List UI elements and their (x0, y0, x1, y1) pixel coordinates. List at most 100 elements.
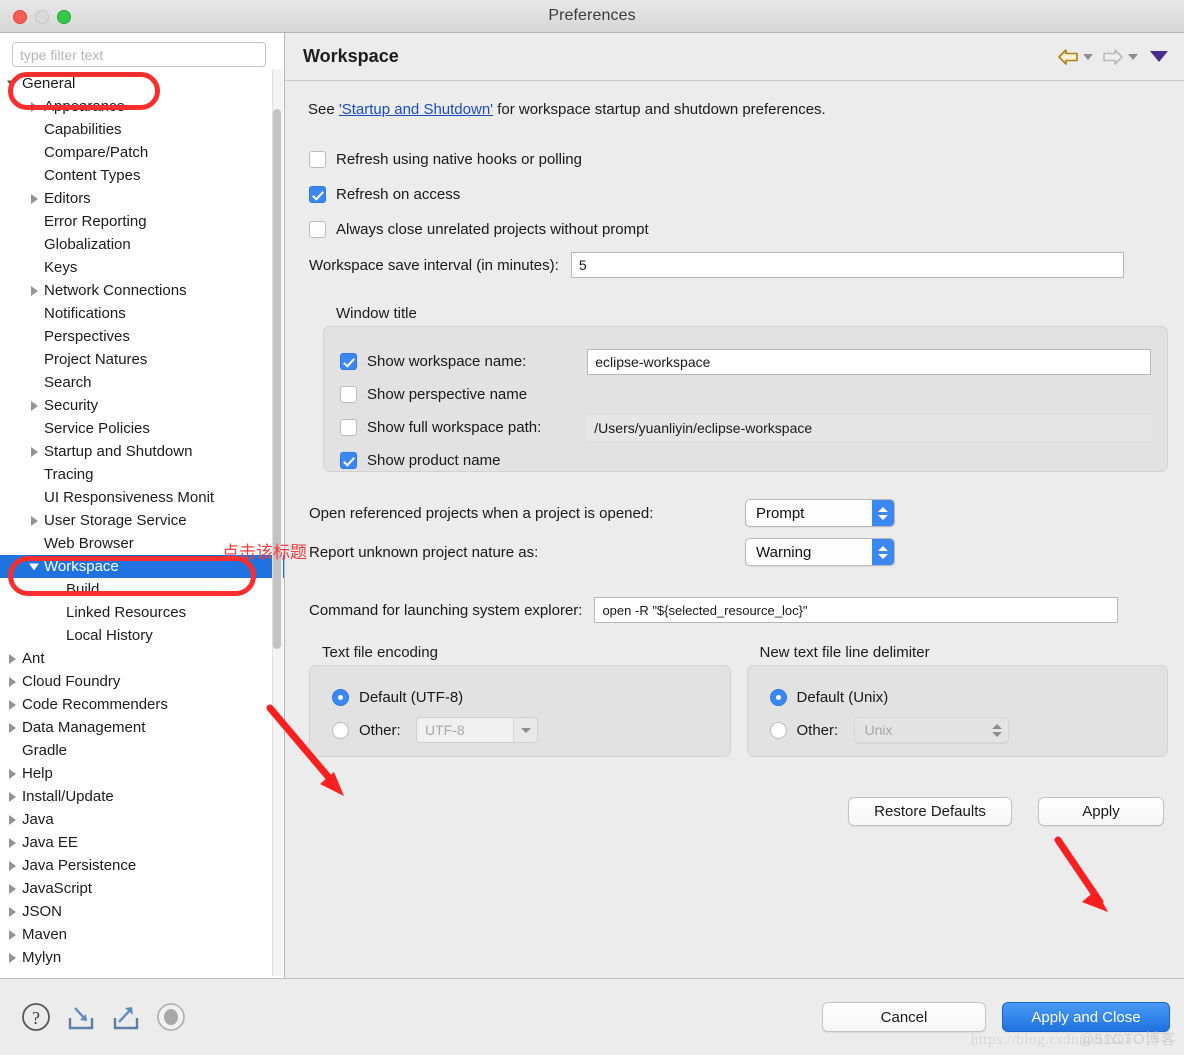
sidebar-item-install-update[interactable]: Install/Update (0, 785, 284, 808)
checkbox-row-refresh-on-access[interactable]: Refresh on access (303, 177, 1172, 212)
sidebar-item-cloud-foundry[interactable]: Cloud Foundry (0, 670, 284, 693)
close-unrelated-label: Always close unrelated projects without … (336, 221, 649, 238)
delimiter-other-stepper-icon[interactable] (985, 718, 1008, 742)
page-title: Workspace (303, 46, 399, 66)
restore-defaults-button[interactable]: Restore Defaults (848, 797, 1012, 826)
sidebar-item-java-ee[interactable]: Java EE (0, 831, 284, 854)
dropdown-triangle-icon[interactable] (1150, 51, 1168, 62)
report-nature-stepper-icon[interactable] (872, 539, 894, 565)
open-referenced-popup[interactable]: Prompt (745, 499, 895, 527)
sidebar-item-label: Compare/Patch (44, 144, 149, 161)
sidebar-item-code-recommenders[interactable]: Code Recommenders (0, 693, 284, 716)
sidebar-item-search[interactable]: Search (0, 371, 284, 394)
sidebar-item-security[interactable]: Security (0, 394, 284, 417)
forward-dropdown-caret-icon[interactable] (1128, 53, 1138, 60)
sidebar-item-ui-responsiveness-monit[interactable]: UI Responsiveness Monit (0, 486, 284, 509)
encoding-other-row[interactable]: Other: UTF-8 (332, 714, 730, 746)
sidebar-item-project-natures[interactable]: Project Natures (0, 348, 284, 371)
back-dropdown-caret-icon[interactable] (1083, 53, 1093, 60)
sidebar-item-globalization[interactable]: Globalization (0, 233, 284, 256)
minimize-button[interactable] (35, 10, 49, 24)
delimiter-default-radio[interactable] (769, 688, 787, 706)
sidebar-item-capabilities[interactable]: Capabilities (0, 118, 284, 141)
sidebar-item-build[interactable]: Build (0, 578, 284, 601)
delimiter-other-popup[interactable]: Unix (853, 717, 1009, 743)
delimiter-other-radio[interactable] (769, 721, 787, 739)
refresh-on-access-checkbox[interactable] (309, 186, 326, 203)
export-icon[interactable] (110, 1001, 142, 1033)
preferences-tree[interactable]: General Appearance Capabilities Compare/Pat… (0, 71, 284, 978)
sidebar-item-local-history[interactable]: Local History (0, 624, 284, 647)
sidebar-item-java-persistence[interactable]: Java Persistence (0, 854, 284, 877)
sidebar-item-appearance[interactable]: Appearance (0, 95, 284, 118)
sidebar-item-help[interactable]: Help (0, 762, 284, 785)
record-disabled-icon[interactable] (155, 1001, 187, 1033)
sidebar-item-javascript[interactable]: JavaScript (0, 877, 284, 900)
checkbox-row-close-unrelated[interactable]: Always close unrelated projects without … (303, 212, 1172, 247)
sidebar-item-compare-patch[interactable]: Compare/Patch (0, 141, 284, 164)
sidebar-scrollbar-track[interactable] (272, 69, 283, 976)
sidebar-item-user-storage-service[interactable]: User Storage Service (0, 509, 284, 532)
sidebar-item-service-policies[interactable]: Service Policies (0, 417, 284, 440)
sidebar-item-data-management[interactable]: Data Management (0, 716, 284, 739)
sidebar-item-editors[interactable]: Editors (0, 187, 284, 210)
sidebar-item-maven[interactable]: Maven (0, 923, 284, 946)
show-perspective-name-checkbox[interactable] (340, 386, 357, 403)
forward-arrow-icon (1103, 48, 1123, 65)
sidebar-item-json[interactable]: JSON (0, 900, 284, 923)
encoding-default-radio[interactable] (332, 688, 349, 706)
sidebar-item-ant[interactable]: Ant (0, 647, 284, 670)
sidebar-item-network-connections[interactable]: Network Connections (0, 279, 284, 302)
encoding-default-row[interactable]: Default (UTF-8) (332, 680, 730, 714)
filter-input[interactable] (12, 42, 266, 67)
sidebar-item-tracing[interactable]: Tracing (0, 463, 284, 486)
encoding-other-radio[interactable] (332, 721, 349, 739)
sidebar-item-linked-resources[interactable]: Linked Resources (0, 601, 284, 624)
show-product-name-row[interactable]: Show product name (340, 444, 1151, 477)
delimiter-other-row[interactable]: Other: Unix (769, 714, 1168, 746)
show-full-path-checkbox[interactable] (340, 419, 357, 436)
sidebar-item-notifications[interactable]: Notifications (0, 302, 284, 325)
sidebar-item-general[interactable]: General (0, 72, 284, 95)
sidebar-item-keys[interactable]: Keys (0, 256, 284, 279)
sidebar-item-perspectives[interactable]: Perspectives (0, 325, 284, 348)
sidebar-scrollbar-thumb[interactable] (273, 109, 281, 649)
show-full-path-label: Show full workspace path: (367, 419, 542, 436)
show-perspective-name-row[interactable]: Show perspective name (340, 378, 1151, 411)
sidebar-item-gradle[interactable]: Gradle (0, 739, 284, 762)
checkbox-row-refresh-native[interactable]: Refresh using native hooks or polling (303, 142, 1172, 177)
show-workspace-name-checkbox[interactable] (340, 353, 357, 370)
refresh-native-checkbox[interactable] (309, 151, 326, 168)
encoding-other-combo[interactable]: UTF-8 (416, 717, 538, 743)
close-unrelated-checkbox[interactable] (309, 221, 326, 238)
workspace-name-input[interactable]: eclipse-workspace (587, 348, 1151, 375)
zoom-button[interactable] (57, 10, 71, 24)
open-referenced-stepper-icon[interactable] (872, 500, 894, 526)
sidebar-item-label: Help (22, 765, 53, 782)
sidebar-item-label: General (22, 75, 76, 92)
close-button[interactable] (13, 10, 27, 24)
delimiter-default-row[interactable]: Default (Unix) (769, 680, 1168, 714)
forward-button[interactable] (1098, 45, 1141, 69)
sidebar-item-startup-and-shutdown[interactable]: Startup and Shutdown (0, 440, 284, 463)
sidebar-item-label: Maven (22, 926, 68, 943)
sidebar-item-content-types[interactable]: Content Types (0, 164, 284, 187)
show-full-path-row[interactable]: Show full workspace path: /Users/yuanliy… (340, 411, 1151, 444)
explorer-command-input[interactable]: open -R "${selected_resource_loc}" (594, 597, 1119, 623)
save-interval-input[interactable]: 5 (570, 252, 1124, 278)
sidebar-item-error-reporting[interactable]: Error Reporting (0, 210, 284, 233)
report-nature-popup[interactable]: Warning (745, 538, 895, 566)
encoding-other-chevron-down-icon[interactable] (513, 718, 537, 742)
import-icon[interactable] (65, 1001, 97, 1033)
sidebar-item-mylyn[interactable]: Mylyn (0, 946, 284, 969)
text-file-encoding-title: Text file encoding (322, 644, 438, 661)
sidebar-item-java[interactable]: Java (0, 808, 284, 831)
show-product-name-checkbox[interactable] (340, 452, 357, 469)
back-button[interactable] (1053, 45, 1096, 69)
startup-shutdown-link[interactable]: 'Startup and Shutdown' (339, 101, 493, 118)
preferences-window: Preferences General Appearance Capabilitie… (0, 0, 1184, 1055)
apply-button[interactable]: Apply (1038, 797, 1164, 826)
help-question-icon[interactable]: ? (20, 1001, 52, 1033)
show-workspace-name-row[interactable]: Show workspace name: eclipse-workspace (340, 345, 1151, 378)
cancel-button[interactable]: Cancel (822, 1002, 986, 1032)
